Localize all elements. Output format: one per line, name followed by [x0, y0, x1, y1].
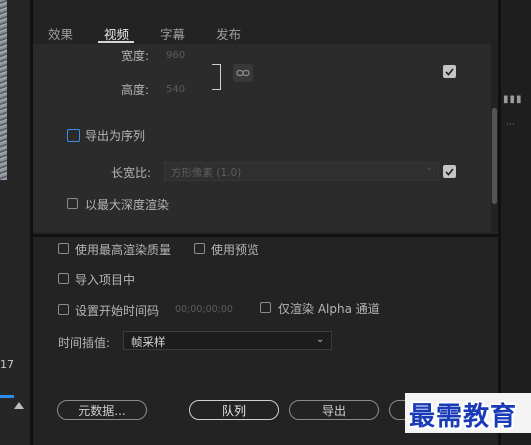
constrain-proportions-button[interactable]	[233, 64, 253, 82]
start-timecode-value[interactable]: 00;00;00;00	[175, 304, 233, 315]
section-divider	[33, 234, 501, 237]
tab-captions[interactable]: 字幕	[160, 24, 185, 43]
background-number: 17	[0, 358, 14, 371]
chain-link-icon	[236, 69, 250, 77]
scrollbar-thumb[interactable]	[492, 108, 497, 204]
render-alpha-only-checkbox[interactable]	[260, 302, 271, 313]
chevron-down-icon: ⌄	[425, 163, 433, 173]
background-dots: ⋯	[506, 120, 515, 130]
checkmark-icon	[445, 167, 454, 176]
aspect-ratio-value: 方形像素 (1.0)	[171, 167, 242, 179]
use-previews-label: 使用预览	[211, 243, 260, 257]
set-start-timecode-checkbox[interactable]	[58, 304, 69, 315]
background-right-panel	[500, 0, 531, 445]
tab-publish[interactable]: 发布	[216, 24, 241, 43]
height-label: 高度:	[121, 83, 150, 97]
chevron-down-icon: ⌄	[316, 334, 325, 345]
export-button[interactable]: 导出	[289, 400, 379, 420]
queue-button[interactable]: 队列	[189, 400, 279, 420]
checkmark-icon	[445, 67, 454, 76]
time-interpolation-value: 帧采样	[131, 335, 166, 349]
export-as-sequence-checkbox[interactable]	[67, 129, 80, 142]
max-depth-checkbox[interactable]	[67, 198, 78, 209]
background-playhead-icon	[14, 402, 24, 409]
export-as-sequence-label: 导出为序列	[85, 129, 146, 143]
tab-effects[interactable]: 效果	[48, 24, 73, 43]
max-render-quality-checkbox[interactable]	[58, 243, 69, 254]
time-interpolation-label: 时间插值:	[58, 336, 111, 350]
import-into-project-label: 导入项目中	[75, 273, 136, 287]
import-into-project-checkbox[interactable]	[58, 273, 69, 284]
use-previews-checkbox[interactable]	[194, 243, 205, 254]
width-value[interactable]: 960	[166, 50, 185, 61]
watermark-logo: 最需教育	[409, 402, 518, 432]
dimension-link-bracket	[212, 64, 221, 90]
width-label: 宽度:	[121, 49, 150, 63]
aspect-ratio-label: 长宽比:	[111, 166, 152, 180]
background-thumbnail	[0, 0, 7, 180]
max-render-quality-label: 使用最高渲染质量	[75, 243, 172, 257]
render-alpha-only-label: 仅渲染 Alpha 通道	[278, 302, 380, 316]
aspect-match-source-checkbox[interactable]	[443, 165, 456, 178]
active-tab-indicator	[98, 41, 134, 43]
background-toolbar-icons: ▮▮▮	[503, 94, 523, 105]
background-playhead-bar	[0, 395, 14, 398]
dialog-border-right	[498, 0, 501, 445]
set-start-timecode-label: 设置开始时间码	[75, 304, 160, 318]
match-source-checkbox[interactable]	[443, 65, 456, 78]
max-depth-label: 以最大深度渲染	[85, 198, 170, 212]
metadata-button[interactable]: 元数据...	[57, 400, 147, 420]
height-value[interactable]: 540	[166, 84, 185, 95]
